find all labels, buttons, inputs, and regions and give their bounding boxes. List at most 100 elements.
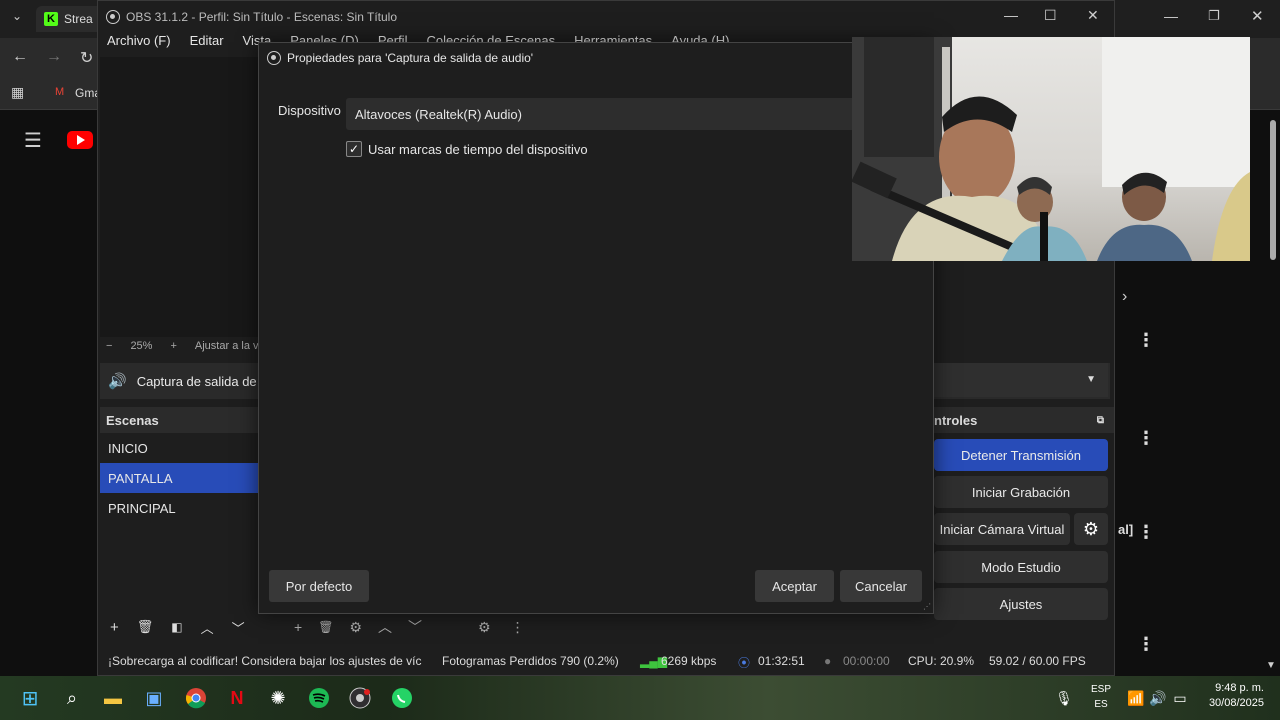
store-icon[interactable]: ▣ xyxy=(140,684,168,712)
obs-taskbar-icon[interactable] xyxy=(346,684,374,712)
netflix-icon[interactable]: N xyxy=(223,684,251,712)
obs-title-bar: OBS 31.1.2 - Perfil: Sin Título - Escena… xyxy=(98,1,1114,33)
menu-editar[interactable]: Editar xyxy=(190,33,224,55)
clock[interactable]: 9:48 p. m. 30/08/2025 xyxy=(1209,681,1264,711)
dropped-frames: Fotogramas Perdidos 790 (0.2%) xyxy=(442,654,619,668)
chrome-icon[interactable] xyxy=(182,684,210,712)
scenes-title: Escenas xyxy=(100,407,260,433)
add-scene-icon[interactable]: + xyxy=(110,619,119,636)
forward-icon[interactable]: → xyxy=(46,48,62,66)
scene-item-inicio[interactable]: INICIO xyxy=(100,433,260,463)
move-down-icon[interactable]: ﹀ xyxy=(232,618,245,637)
whatsapp-icon[interactable] xyxy=(388,684,416,712)
language-indicator[interactable]: ESP ES xyxy=(1091,682,1111,712)
gmail-icon[interactable]: M xyxy=(55,86,64,98)
zoom-bar: − 25% + Ajustar a la ve xyxy=(100,337,265,355)
move-up-icon[interactable]: ︿ xyxy=(378,617,392,637)
encoder-warning: ¡Sobrecarga al codificar! Considera baja… xyxy=(108,654,422,668)
reload-icon[interactable]: ↻ xyxy=(80,48,93,68)
scene-item-pantalla[interactable]: PANTALLA xyxy=(100,463,260,493)
resize-grip-icon[interactable]: ⋰ xyxy=(923,602,931,611)
screen: ⌄ K Strea — ❐ ✕ ← → ↻ ⋮ ▦ M Gma ☰ › ⋮ ⋮ … xyxy=(0,0,1280,720)
browser-tab[interactable]: K Strea xyxy=(36,6,106,32)
apps-grid-icon[interactable]: ▦ xyxy=(11,84,24,101)
battery-icon[interactable]: ▭ xyxy=(1166,684,1194,712)
windows-start-icon[interactable]: ⊞ xyxy=(16,684,44,712)
clock-time: 9:48 p. m. xyxy=(1215,682,1264,694)
move-up-icon[interactable]: ︿ xyxy=(201,618,214,637)
sources-toolbar: + 🗑 ⚙ ︿ ﹀ xyxy=(290,615,470,639)
more-options-icon[interactable]: ⋮ xyxy=(1137,330,1155,351)
trash-icon[interactable]: 🗑 xyxy=(318,620,333,634)
browser-tab-title: Strea xyxy=(64,12,93,26)
microphone-icon[interactable]: 🎙 xyxy=(1050,684,1078,712)
cancel-button[interactable]: Cancelar xyxy=(840,570,922,602)
stream-icon: ⦿ xyxy=(738,656,751,670)
partial-text: al] xyxy=(1118,522,1134,537)
more-options-icon[interactable]: ⋮ xyxy=(1137,522,1155,543)
gear-icon[interactable]: ⚙ xyxy=(349,619,362,636)
clock-date: 30/08/2025 xyxy=(1208,697,1264,709)
obs-logo-icon xyxy=(267,51,281,65)
timestamps-label: Usar marcas de tiempo del dispositivo xyxy=(368,141,588,157)
back-icon[interactable]: ← xyxy=(12,48,28,66)
add-source-icon[interactable]: + xyxy=(294,619,302,635)
status-bar: ¡Sobrecarga al codificar! Considera baja… xyxy=(98,647,1114,675)
stream-time: 01:32:51 xyxy=(758,654,805,668)
file-explorer-icon[interactable]: ▬ xyxy=(99,684,127,712)
source-name: Captura de salida de au xyxy=(136,373,275,389)
dialog-title: Propiedades para 'Captura de salida de a… xyxy=(287,51,534,65)
start-recording-button[interactable]: Iniciar Grabación xyxy=(934,476,1108,508)
advanced-audio-icon[interactable]: ⚙ xyxy=(478,619,491,636)
move-down-icon[interactable]: ﹀ xyxy=(408,617,422,637)
obs-logo-icon xyxy=(106,10,120,24)
filter-icon[interactable]: ◧ xyxy=(171,620,182,634)
bitrate: 6269 kbps xyxy=(661,654,717,668)
search-icon[interactable]: ⌕ xyxy=(58,684,86,712)
minimize-icon[interactable]: — xyxy=(1004,7,1018,23)
hamburger-icon[interactable]: ☰ xyxy=(24,128,42,153)
settings-button[interactable]: Ajustes xyxy=(934,588,1108,620)
spotify-icon[interactable] xyxy=(305,684,333,712)
stop-stream-button[interactable]: Detener Transmisión xyxy=(934,439,1108,471)
scrollbar-thumb[interactable] xyxy=(1270,120,1276,260)
more-options-icon[interactable]: ⋮ xyxy=(1137,428,1155,449)
more-options-icon[interactable]: ⋮ xyxy=(511,619,525,636)
trash-icon[interactable]: 🗑 xyxy=(137,619,154,635)
menu-archivo[interactable]: Archivo (F) xyxy=(107,33,171,55)
virtual-camera-settings-button[interactable]: ⚙ xyxy=(1074,513,1108,545)
defaults-button[interactable]: Por defecto xyxy=(269,570,369,602)
restore-icon[interactable]: ❐ xyxy=(1208,8,1220,24)
checkbox-checked-icon[interactable]: ✓ xyxy=(346,141,362,157)
timestamps-checkbox[interactable]: ✓ Usar marcas de tiempo del dispositivo xyxy=(346,141,588,157)
gear-icon: ⚙ xyxy=(1082,518,1100,539)
zoom-out-button[interactable]: − xyxy=(106,340,112,352)
device-select[interactable]: Altavoces (Realtek(R) Audio) xyxy=(346,98,866,130)
studio-mode-button[interactable]: Modo Estudio xyxy=(934,551,1108,583)
obs-title: OBS 31.1.2 - Perfil: Sin Título - Escena… xyxy=(126,10,398,24)
scene-item-principal[interactable]: PRINCIPAL xyxy=(100,493,260,523)
scroll-down-icon[interactable]: ▼ xyxy=(1266,660,1276,671)
scenes-dock: Escenas INICIO PANTALLA PRINCIPAL xyxy=(100,407,260,617)
accept-button[interactable]: Aceptar xyxy=(755,570,834,602)
more-options-icon[interactable]: ⋮ xyxy=(1137,634,1155,655)
tab-list-icon[interactable]: ⌄ xyxy=(12,9,22,23)
close-icon[interactable]: ✕ xyxy=(1251,7,1264,25)
source-dropdown[interactable]: ▼ xyxy=(934,363,1108,397)
fps: 59.02 / 60.00 FPS xyxy=(989,654,1086,668)
chevron-right-icon[interactable]: › xyxy=(1122,288,1127,306)
virtual-camera-button[interactable]: Iniciar Cámara Virtual xyxy=(934,513,1070,545)
zoom-in-button[interactable]: + xyxy=(170,340,176,352)
speaker-icon: 🔊 xyxy=(108,373,127,390)
undock-icon[interactable]: ⧉ xyxy=(1097,415,1104,426)
chatgpt-icon[interactable]: ✺ xyxy=(264,684,292,712)
close-icon[interactable]: ✕ xyxy=(1087,7,1099,24)
minimize-icon[interactable]: — xyxy=(1164,8,1178,24)
controls-dock: ntroles ⧉ Detener Transmisión Iniciar Gr… xyxy=(934,407,1114,621)
youtube-logo-icon[interactable] xyxy=(67,131,93,149)
zoom-fit-button[interactable]: Ajustar a la ve xyxy=(195,340,265,352)
taskbar: ⊞ ⌕ ▬ ▣ N ✺ 🎙 ESP ES 📶 🔊 ▭ 9:48 p. m. 30… xyxy=(0,676,1280,720)
webcam-image xyxy=(852,37,1250,261)
maximize-icon[interactable]: ☐ xyxy=(1044,7,1057,24)
record-time: 00:00:00 xyxy=(843,654,890,668)
